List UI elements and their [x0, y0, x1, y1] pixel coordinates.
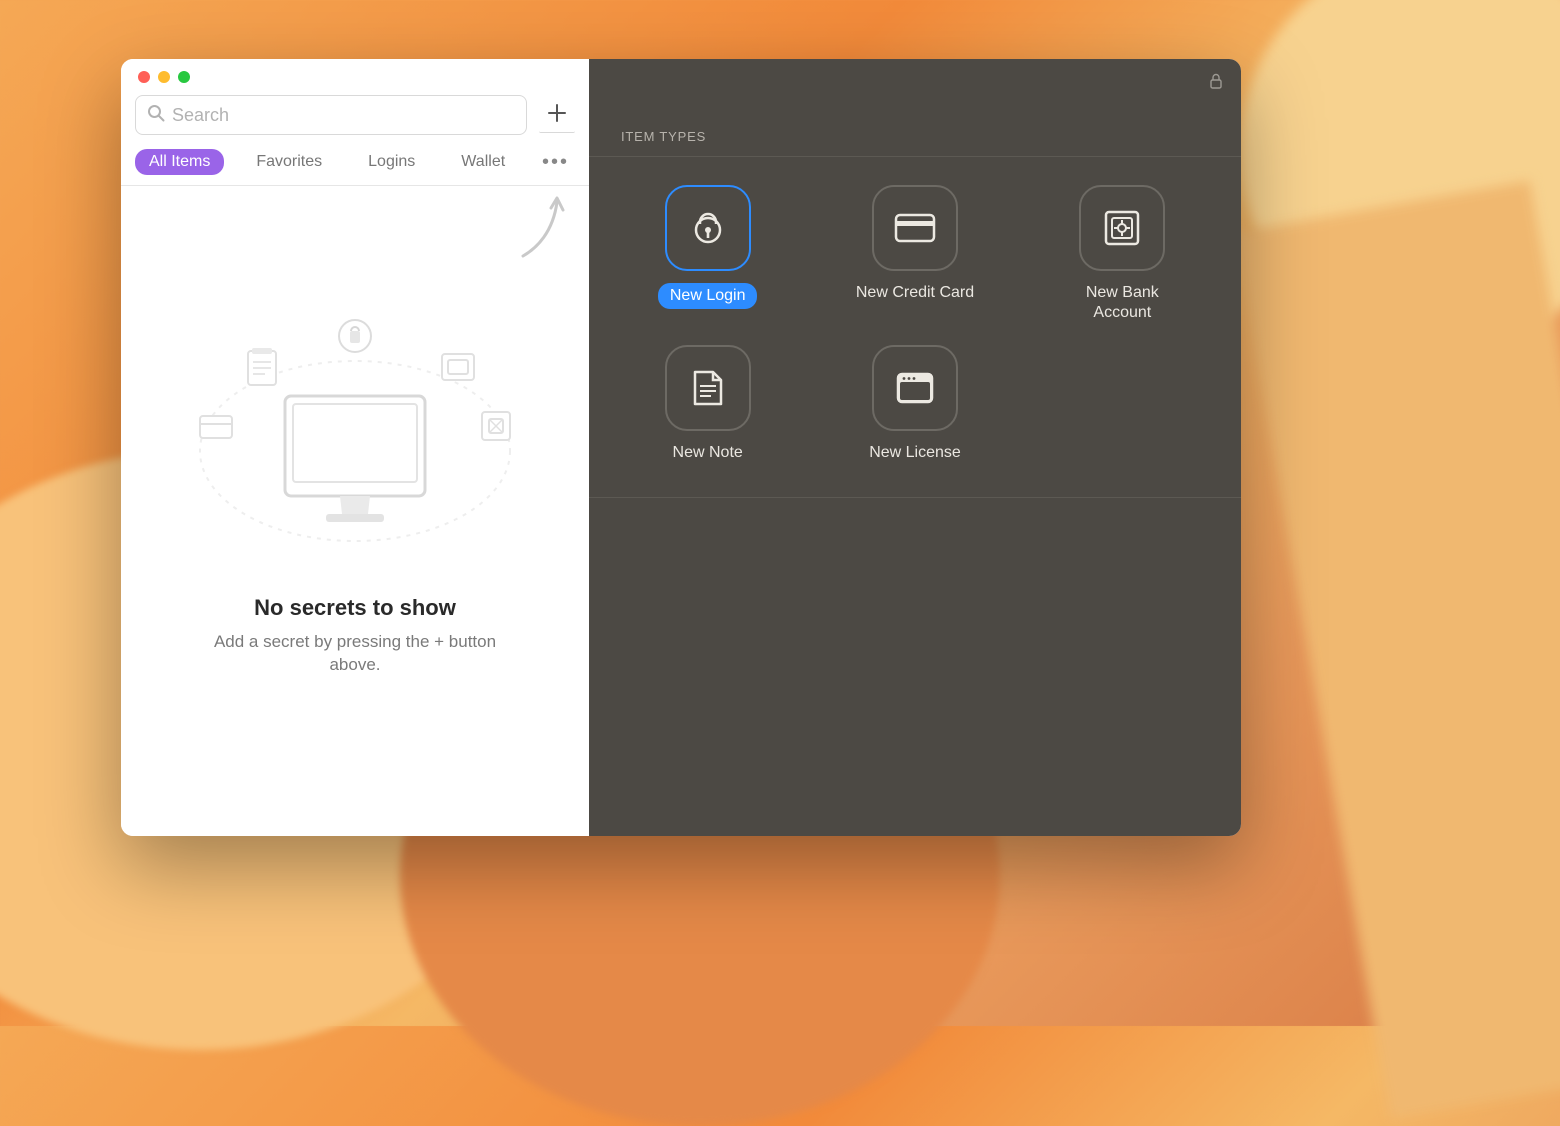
add-button[interactable] — [539, 97, 575, 133]
empty-subtitle: Add a secret by pressing the + button ab… — [205, 631, 505, 677]
item-type-license[interactable]: New License — [816, 345, 1013, 463]
app-window-icon — [872, 345, 958, 431]
item-type-credit-card[interactable]: New Credit Card — [816, 185, 1013, 323]
tabs-more-button[interactable]: ••• — [542, 151, 575, 174]
tab-logins[interactable]: Logins — [354, 149, 429, 175]
item-type-bank-account[interactable]: New Bank Account — [1024, 185, 1221, 323]
item-types-heading: ITEM TYPES — [589, 59, 1241, 156]
tab-favorites[interactable]: Favorites — [242, 149, 336, 175]
filter-tabs: All Items Favorites Logins Wallet ••• — [121, 143, 589, 186]
app-window: All Items Favorites Logins Wallet ••• — [121, 59, 1241, 836]
empty-state: No secrets to show Add a secret by press… — [121, 186, 589, 836]
divider — [589, 497, 1241, 498]
credit-card-icon — [872, 185, 958, 271]
right-panel: ITEM TYPES New Login New Credit Card New — [589, 59, 1241, 836]
empty-title: No secrets to show — [254, 595, 456, 621]
item-types-grid: New Login New Credit Card New Bank Accou… — [589, 157, 1241, 497]
item-type-label: New Bank Account — [1062, 283, 1182, 323]
safe-icon — [1079, 185, 1165, 271]
search-icon — [146, 103, 166, 128]
item-type-label: New Note — [673, 443, 743, 463]
item-type-label: New Credit Card — [856, 283, 974, 303]
note-icon — [665, 345, 751, 431]
window-maximize-button[interactable] — [178, 71, 190, 83]
lock-icon — [1209, 73, 1223, 94]
search-field-wrap[interactable] — [135, 95, 527, 135]
login-icon — [665, 185, 751, 271]
item-type-label: New Login — [658, 283, 758, 309]
window-minimize-button[interactable] — [158, 71, 170, 83]
item-type-login[interactable]: New Login — [609, 185, 806, 323]
hint-arrow-icon — [517, 192, 567, 267]
search-input[interactable] — [166, 105, 516, 126]
tab-all-items[interactable]: All Items — [135, 149, 224, 175]
item-type-label: New License — [869, 443, 961, 463]
ellipsis-icon: ••• — [542, 151, 569, 173]
plus-icon — [546, 99, 568, 131]
left-panel: All Items Favorites Logins Wallet ••• — [121, 59, 589, 836]
window-titlebar — [121, 59, 589, 95]
item-type-note[interactable]: New Note — [609, 345, 806, 463]
tab-wallet[interactable]: Wallet — [447, 149, 519, 175]
window-close-button[interactable] — [138, 71, 150, 83]
empty-illustration — [190, 296, 520, 561]
toolbar — [121, 95, 589, 143]
